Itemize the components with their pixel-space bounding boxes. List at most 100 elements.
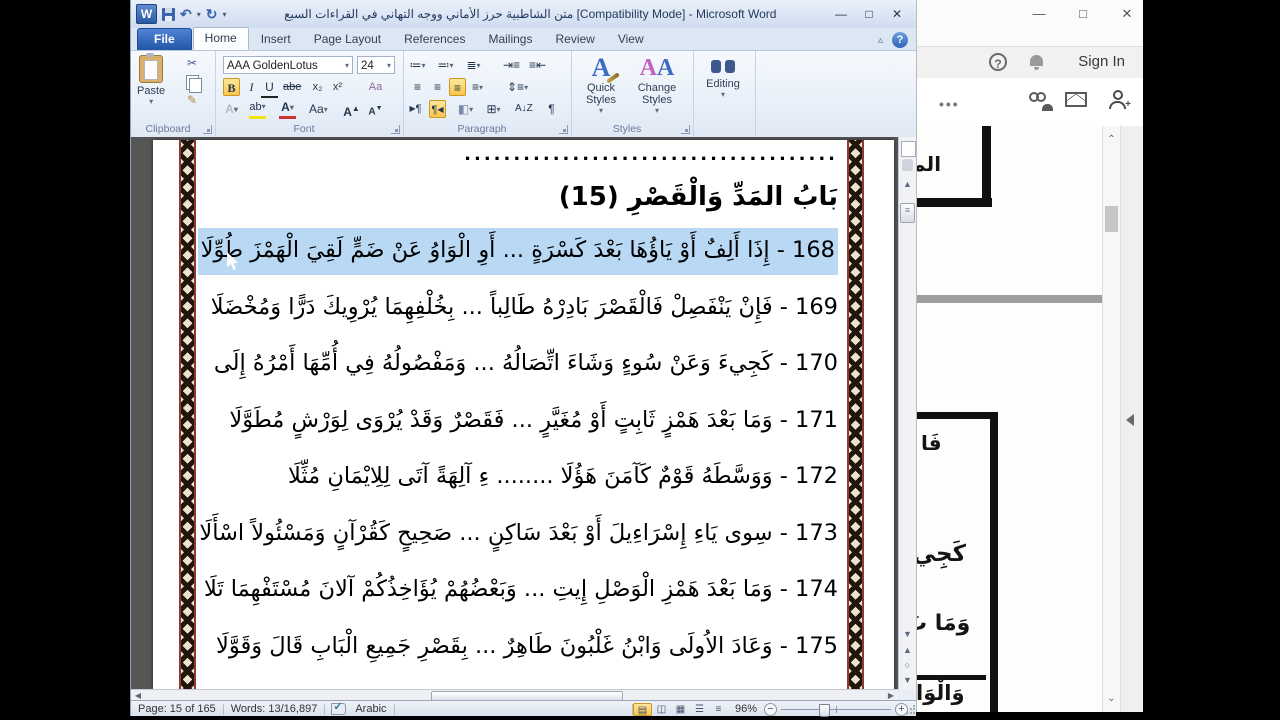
tab-view[interactable]: View <box>607 29 655 50</box>
font-dialog-launcher-icon[interactable] <box>391 125 400 134</box>
close-button[interactable]: ✕ <box>890 7 904 21</box>
email-envelope-icon[interactable] <box>1065 92 1087 107</box>
tab-file[interactable]: File <box>137 28 192 50</box>
rtl-direction-button[interactable]: ¶◀ <box>429 100 446 118</box>
scroll-up-icon[interactable]: ▲ <box>900 177 915 192</box>
reader-document-area[interactable]: الم فَا كَجِيءَ وَمَا بَ وَالْوَاو <box>917 126 1102 712</box>
pan-hand-icon[interactable] <box>902 159 913 171</box>
font-name-dropdown-icon[interactable]: ▾ <box>345 57 349 75</box>
reader-scroll-down-icon[interactable]: ⌄ <box>1103 693 1120 704</box>
undo-icon[interactable]: ↶ <box>180 7 192 21</box>
tab-review[interactable]: Review <box>544 29 605 50</box>
change-styles-button[interactable]: AA Change Styles ▾ <box>631 54 683 124</box>
minimize-ribbon-icon[interactable]: ▵ <box>878 35 883 46</box>
zoom-out-icon[interactable]: − <box>764 702 777 716</box>
font-name-combo[interactable]: AAA GoldenLotus ▾ <box>223 56 353 74</box>
outline-view-icon[interactable]: ☰ <box>690 703 709 716</box>
word-count[interactable]: Words: 13/16,897 <box>224 703 325 715</box>
document-body[interactable]: ...................................... ب… <box>183 146 838 674</box>
tab-page-layout[interactable]: Page Layout <box>303 29 392 50</box>
window-resize-grip[interactable] <box>905 705 915 715</box>
clear-formatting-button[interactable]: Aa <box>367 78 384 96</box>
minimize-button[interactable]: — <box>834 7 848 21</box>
text-effects-button[interactable]: A▾ <box>223 100 240 118</box>
full-screen-reading-view-icon[interactable]: ◫ <box>652 703 671 716</box>
paste-button[interactable]: Paste ▾ <box>137 53 165 106</box>
font-size-combo[interactable]: 24 ▾ <box>357 56 395 74</box>
tab-mailings[interactable]: Mailings <box>477 29 543 50</box>
copy-button[interactable] <box>181 73 203 93</box>
cut-button[interactable]: ✂ <box>181 55 203 72</box>
increase-indent-button[interactable]: ≡⇤ <box>529 56 546 74</box>
undo-dropdown-icon[interactable]: ▾ <box>197 10 201 19</box>
strikethrough-button[interactable]: abe <box>283 78 301 96</box>
font-color-button[interactable]: A▾ <box>279 98 296 119</box>
align-left-button[interactable]: ≡ <box>409 78 426 96</box>
grow-font-button[interactable]: A▲ <box>343 100 360 119</box>
web-layout-view-icon[interactable]: ▦ <box>671 703 690 716</box>
proofing-check-icon[interactable] <box>331 700 347 715</box>
ltr-direction-button[interactable]: ▶¶ <box>407 100 424 118</box>
reader-close-button[interactable]: ✕ <box>1119 6 1135 22</box>
bullets-button[interactable]: ≔▾ <box>409 56 426 74</box>
reader-help-icon[interactable]: ? <box>989 53 1007 71</box>
previous-page-icon[interactable]: ▲ <box>900 643 915 658</box>
superscript-button[interactable]: x² <box>329 78 346 96</box>
reader-scroll-up-icon[interactable]: ⌃ <box>1103 134 1120 145</box>
tab-home[interactable]: Home <box>192 27 249 50</box>
quick-styles-button[interactable]: A Quick Styles ▾ <box>575 54 627 124</box>
zoom-slider[interactable] <box>781 703 891 717</box>
line-spacing-button[interactable]: ⇕≡▾ <box>507 78 528 96</box>
highlight-color-button[interactable]: ab▾ <box>249 98 266 119</box>
decrease-indent-button[interactable]: ⇥≡ <box>503 56 520 74</box>
collapse-panel-icon[interactable] <box>1126 414 1134 426</box>
print-layout-view-icon[interactable]: ▤ <box>632 702 652 716</box>
reader-scroll-thumb[interactable] <box>1105 206 1118 232</box>
sort-button[interactable]: A↓Z <box>515 100 533 118</box>
align-center-button[interactable]: ≡ <box>429 78 446 96</box>
shrink-font-button[interactable]: A▼ <box>367 100 384 118</box>
view-ruler-toggle-icon[interactable] <box>901 141 916 157</box>
align-right-button[interactable]: ≡ <box>449 78 466 96</box>
tab-references[interactable]: References <box>393 29 476 50</box>
italic-button[interactable]: I <box>243 78 260 96</box>
reader-vertical-scrollbar[interactable]: ⌃ ⌄ <box>1102 126 1121 712</box>
vertical-scrollbar[interactable]: ▲ ▼ ▲ ○ ▼ <box>898 137 916 690</box>
zoom-slider-handle[interactable] <box>819 703 830 717</box>
notification-bell-icon[interactable] <box>1030 55 1043 70</box>
next-page-icon[interactable]: ▼ <box>900 673 915 688</box>
paste-dropdown-icon[interactable]: ▾ <box>149 97 153 106</box>
document-page[interactable]: ...................................... ب… <box>153 140 894 690</box>
reader-minimize-button[interactable]: — <box>1031 6 1047 21</box>
share-link-icon[interactable] <box>1029 92 1053 111</box>
vertical-scroll-thumb[interactable] <box>900 203 915 223</box>
language-indicator[interactable]: Arabic <box>348 703 393 715</box>
subscript-button[interactable]: x₂ <box>309 78 326 96</box>
editing-button[interactable]: Editing ▾ <box>697 54 749 124</box>
paragraph-dialog-launcher-icon[interactable] <box>559 125 568 134</box>
styles-dialog-launcher-icon[interactable] <box>681 125 690 134</box>
redo-icon[interactable]: ↻ <box>206 7 218 21</box>
page-indicator[interactable]: Page: 15 of 165 <box>131 703 223 715</box>
scroll-down-icon[interactable]: ▼ <box>900 627 915 642</box>
sign-in-button[interactable]: Sign In <box>1078 53 1125 70</box>
help-icon[interactable]: ? <box>892 32 908 48</box>
multilevel-list-button[interactable]: ≣▾ <box>465 56 482 74</box>
shading-button[interactable]: ◧▾ <box>457 100 474 118</box>
font-size-dropdown-icon[interactable]: ▾ <box>387 57 391 75</box>
change-case-button[interactable]: Aa▾ <box>309 100 328 118</box>
show-hide-paragraph-button[interactable]: ¶ <box>543 100 560 118</box>
borders-button[interactable]: ⊞▾ <box>485 100 502 118</box>
reader-maximize-button[interactable]: □ <box>1075 6 1091 21</box>
clipboard-dialog-launcher-icon[interactable] <box>203 125 212 134</box>
bold-button[interactable]: B <box>223 78 240 96</box>
tab-insert[interactable]: Insert <box>250 29 302 50</box>
save-icon[interactable] <box>162 7 175 21</box>
select-browse-object-icon[interactable]: ○ <box>900 658 915 673</box>
justify-button[interactable]: ≡▾ <box>469 78 486 96</box>
maximize-button[interactable]: □ <box>862 7 876 21</box>
add-user-icon[interactable]: + <box>1109 90 1131 110</box>
numbering-button[interactable]: ≕▾ <box>437 56 454 74</box>
word-app-icon[interactable]: W <box>136 4 157 24</box>
underline-button[interactable]: U <box>261 78 278 98</box>
